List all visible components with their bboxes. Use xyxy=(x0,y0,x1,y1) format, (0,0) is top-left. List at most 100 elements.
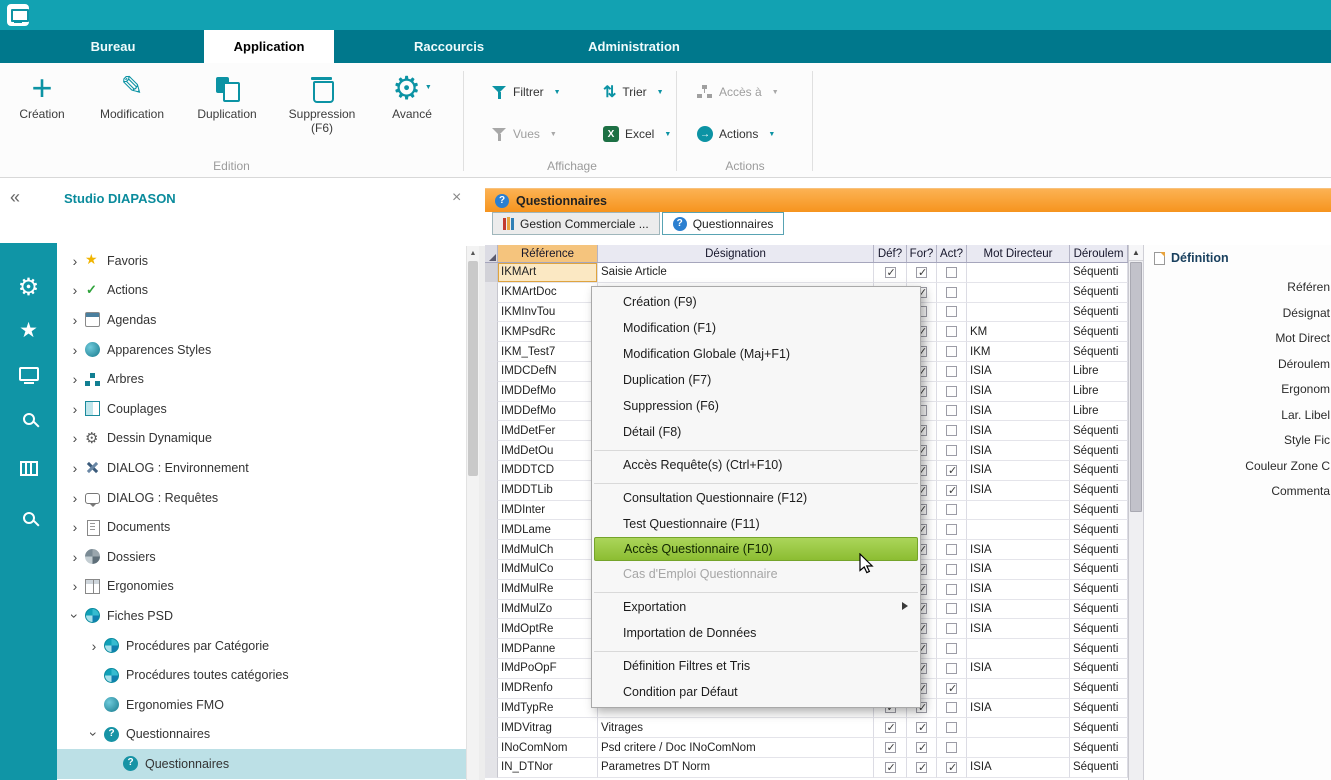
cell-act[interactable] xyxy=(937,461,967,481)
sidebar-tree-item[interactable]: Couplages xyxy=(57,394,466,424)
cell-mot-directeur[interactable]: ISIA xyxy=(967,580,1070,600)
sidebar-tree-item[interactable]: Ergonomies FMO xyxy=(57,690,466,720)
cell-reference[interactable]: IMDDefMo xyxy=(498,382,598,402)
cell-reference[interactable]: IKMArtDoc xyxy=(498,283,598,303)
column-header[interactable]: Déroulem xyxy=(1070,245,1128,262)
favorites-star-icon[interactable] xyxy=(0,308,57,352)
row-selector[interactable] xyxy=(485,758,498,778)
chevron-icon[interactable] xyxy=(69,343,81,357)
cell-act[interactable] xyxy=(937,263,967,283)
cell-designation[interactable]: Saisie Article xyxy=(598,263,874,283)
cell-mot-directeur[interactable]: ISIA xyxy=(967,659,1070,679)
cell-mot-directeur[interactable]: ISIA xyxy=(967,402,1070,422)
cell-mot-directeur[interactable]: KM xyxy=(967,322,1070,342)
cell-act[interactable] xyxy=(937,342,967,362)
row-selector[interactable] xyxy=(485,718,498,738)
chevron-icon[interactable] xyxy=(69,550,81,564)
sidebar-tree-item[interactable]: Apparences Styles xyxy=(57,335,466,365)
cell-deroulement[interactable]: Séquenti xyxy=(1070,580,1128,600)
cell-act[interactable] xyxy=(937,718,967,738)
context-menu-item[interactable] xyxy=(594,479,918,484)
cell-reference[interactable]: IMDVitrag xyxy=(498,718,598,738)
cell-act[interactable] xyxy=(937,619,967,639)
row-selector[interactable] xyxy=(485,283,498,303)
cell-reference[interactable]: IN_DTNor xyxy=(498,758,598,778)
cell-def[interactable] xyxy=(874,718,907,738)
column-header[interactable]: Act? xyxy=(937,245,967,262)
cell-act[interactable] xyxy=(937,382,967,402)
table-scrollbar[interactable] xyxy=(1128,245,1143,780)
context-menu-item[interactable]: Modification (F1) xyxy=(592,315,920,341)
row-selector[interactable] xyxy=(485,679,498,699)
cell-designation[interactable]: Parametres DT Norm xyxy=(598,758,874,778)
cell-deroulement[interactable]: Libre xyxy=(1070,382,1128,402)
cell-deroulement[interactable]: Séquenti xyxy=(1070,540,1128,560)
context-menu-item[interactable]: Importation de Données xyxy=(592,620,920,646)
context-menu-item[interactable]: Création (F9) xyxy=(592,289,920,315)
cell-deroulement[interactable]: Séquenti xyxy=(1070,501,1128,521)
row-selector[interactable] xyxy=(485,481,498,501)
chevron-icon[interactable] xyxy=(68,610,82,622)
filter-button[interactable]: Filtrer xyxy=(492,81,561,103)
cell-reference[interactable]: IMdMulCo xyxy=(498,560,598,580)
cell-mot-directeur[interactable]: ISIA xyxy=(967,481,1070,501)
cell-for[interactable] xyxy=(907,718,937,738)
cell-reference[interactable]: IMDDTCD xyxy=(498,461,598,481)
chevron-icon[interactable] xyxy=(69,254,81,268)
sort-button[interactable]: Trier xyxy=(603,81,664,103)
views-button[interactable]: Vues xyxy=(492,123,557,145)
tab-gestion-commerciale[interactable]: Gestion Commerciale ... xyxy=(492,212,660,235)
cell-mot-directeur[interactable]: ISIA xyxy=(967,421,1070,441)
chevron-icon[interactable] xyxy=(87,728,101,740)
excel-export-button[interactable]: Excel xyxy=(603,123,671,145)
cell-mot-directeur[interactable]: ISIA xyxy=(967,461,1070,481)
sidebar-tree-item[interactable]: Questionnaires xyxy=(57,749,466,779)
context-menu-item[interactable]: Définition Filtres et Tris xyxy=(592,653,920,679)
cell-reference[interactable]: IKMPsdRc xyxy=(498,322,598,342)
scrollbar-thumb[interactable] xyxy=(468,261,478,476)
cell-deroulement[interactable]: Séquenti xyxy=(1070,520,1128,540)
cell-act[interactable] xyxy=(937,322,967,342)
sidebar-tree-item[interactable]: Fiches PSD xyxy=(57,601,466,631)
sidebar-tree-item[interactable]: Procédures toutes catégories xyxy=(57,660,466,690)
cell-reference[interactable]: IMDInter xyxy=(498,501,598,521)
cell-act[interactable] xyxy=(937,481,967,501)
cell-reference[interactable]: IMdDetOu xyxy=(498,441,598,461)
chevron-icon[interactable] xyxy=(69,283,81,297)
cell-mot-directeur[interactable] xyxy=(967,501,1070,521)
row-selector[interactable] xyxy=(485,362,498,382)
cell-reference[interactable]: IKM_Test7 xyxy=(498,342,598,362)
cell-designation[interactable]: Vitrages xyxy=(598,718,874,738)
tree-scrollbar[interactable] xyxy=(466,246,479,780)
cell-mot-directeur[interactable]: ISIA xyxy=(967,600,1070,620)
table-corner-cell[interactable] xyxy=(485,245,498,262)
cell-act[interactable] xyxy=(937,699,967,719)
column-header[interactable]: Mot Directeur xyxy=(967,245,1070,262)
context-menu-item[interactable] xyxy=(594,446,918,451)
sidebar-tree-item[interactable]: Dossiers xyxy=(57,542,466,572)
sidebar-tree-item[interactable]: Favoris xyxy=(57,246,466,276)
cell-deroulement[interactable]: Séquenti xyxy=(1070,421,1128,441)
cell-act[interactable] xyxy=(937,520,967,540)
chevron-icon[interactable] xyxy=(69,520,81,534)
cell-for[interactable] xyxy=(907,738,937,758)
cell-act[interactable] xyxy=(937,758,967,778)
search-query-icon[interactable] xyxy=(0,496,57,540)
row-selector[interactable] xyxy=(485,520,498,540)
delete-button[interactable]: Suppression (F6) xyxy=(276,69,368,135)
cell-deroulement[interactable]: Libre xyxy=(1070,402,1128,422)
table-row[interactable]: INoComNom Psd critere / Doc INoComNom Sé… xyxy=(485,738,1128,758)
chevron-icon[interactable] xyxy=(69,372,81,386)
chevron-icon[interactable] xyxy=(69,313,81,327)
sidebar-tree-item[interactable]: Agendas xyxy=(57,305,466,335)
cell-act[interactable] xyxy=(937,600,967,620)
ribbon-tab[interactable]: Application xyxy=(204,30,334,63)
cell-act[interactable] xyxy=(937,362,967,382)
settings-gear-icon[interactable] xyxy=(0,265,57,309)
search-icon[interactable] xyxy=(0,397,57,441)
table-row[interactable]: IKMArt Saisie Article Séquenti xyxy=(485,263,1128,283)
duplicate-button[interactable]: Duplication xyxy=(184,69,270,121)
access-to-button[interactable]: Accès à xyxy=(697,81,779,103)
cell-act[interactable] xyxy=(937,659,967,679)
row-selector[interactable] xyxy=(485,441,498,461)
